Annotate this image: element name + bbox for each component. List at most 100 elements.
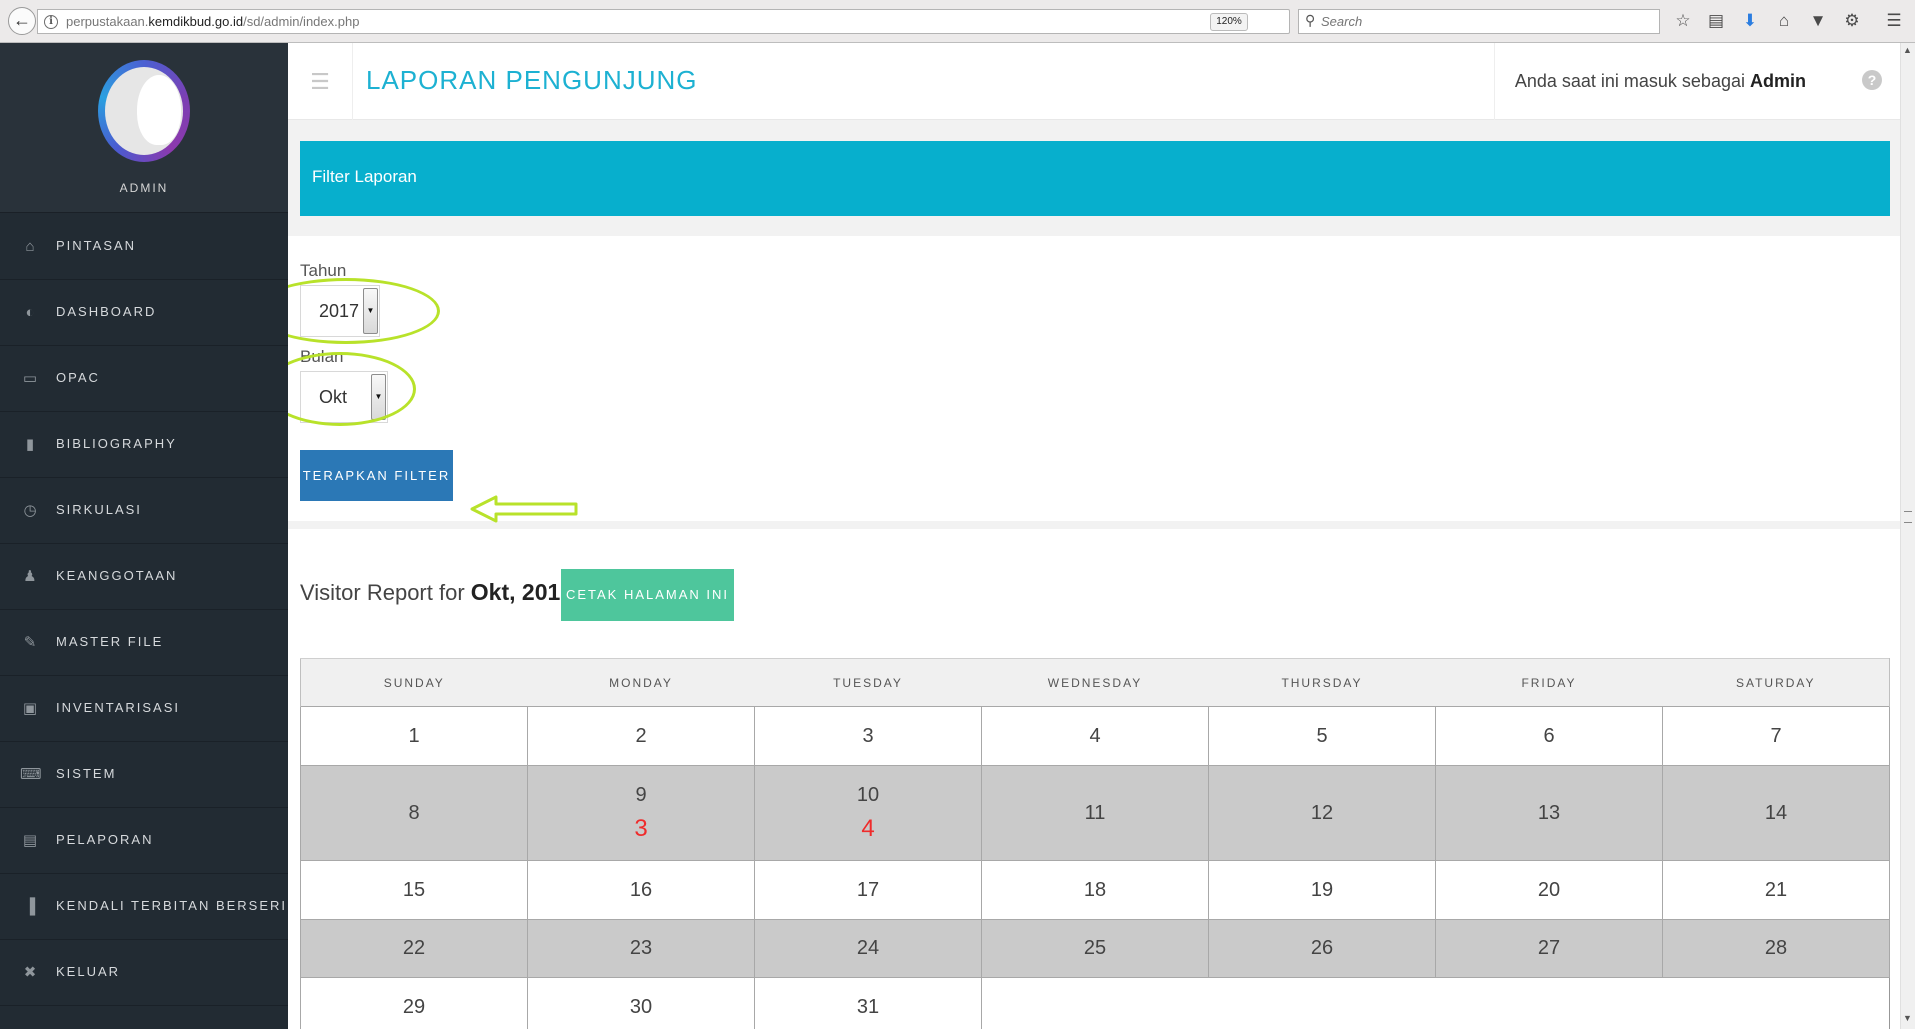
extensions-icon[interactable]: ⚙ <box>1840 9 1864 33</box>
calendar-day-cell: 6 <box>1435 706 1663 766</box>
sidebar: ADMIN ⌂ PINTASAN ◐ DASHBOARD ▭ OPAC ▮ BI… <box>0 43 288 1029</box>
scrollbar[interactable]: ▲ ▼ <box>1900 43 1915 1029</box>
help-icon[interactable]: ? <box>1862 70 1882 90</box>
pencil-icon: ✎ <box>23 634 37 651</box>
calendar-day-cell: 29 <box>300 977 528 1029</box>
sidebar-item-label: SISTEM <box>56 766 117 781</box>
top-bar: ☰ LAPORAN PENGUNJUNG Anda saat ini masuk… <box>288 43 1900 120</box>
menu-icon[interactable]: ☰ <box>1882 9 1906 33</box>
sidebar-item-sirkulasi[interactable]: ◷ SIRKULASI <box>0 478 288 544</box>
sidebar-item-bibliography[interactable]: ▮ BIBLIOGRAPHY <box>0 412 288 478</box>
sidebar-item-kendali-terbitan-berseri[interactable]: ▐ KENDALI TERBITAN BERSERI <box>0 874 288 940</box>
day-number: 24 <box>856 937 880 959</box>
calendar-day-cell: 27 <box>1435 919 1663 978</box>
hamburger-menu-icon[interactable]: ☰ <box>288 43 353 120</box>
close-icon: ✖ <box>23 964 37 981</box>
day-number: 6 <box>1543 724 1555 747</box>
url-text[interactable]: perpustakaan.kemdikbud.go.id/sd/admin/in… <box>66 14 359 29</box>
search-input[interactable] <box>1321 10 1651 33</box>
weekday-header: WEDNESDAY <box>981 658 1209 707</box>
calendar-day-cell: 21 <box>1662 860 1890 920</box>
calendar-day-cell: 3 <box>754 706 982 766</box>
sidebar-item-label: SIRKULASI <box>56 502 142 517</box>
day-number: 18 <box>1083 878 1107 901</box>
calendar-day-cell: 24 <box>754 919 982 978</box>
calendar-day-cell: 2 <box>527 706 755 766</box>
star-icon[interactable]: ☆ <box>1671 9 1695 33</box>
sidebar-item-master-file[interactable]: ✎ MASTER FILE <box>0 610 288 676</box>
sidebar-item-keluar[interactable]: ✖ KELUAR <box>0 940 288 1006</box>
apply-filter-button[interactable]: TERAPKAN FILTER <box>300 450 453 501</box>
day-number: 26 <box>1310 937 1334 959</box>
profile-name: ADMIN <box>119 181 169 195</box>
sidebar-item-inventarisasi[interactable]: ▣ INVENTARISASI <box>0 676 288 742</box>
address-bar[interactable]: i perpustakaan.kemdikbud.go.id/sd/admin/… <box>37 9 1319 34</box>
day-number: 3 <box>862 724 874 747</box>
home-icon: ⌂ <box>25 238 35 255</box>
download-icon[interactable]: ⬇ <box>1738 9 1762 33</box>
home-icon[interactable]: ⌂ <box>1772 9 1796 33</box>
calendar-week-row: 15 16 17 18 19 20 21 <box>300 860 1890 920</box>
calendar-day-cell: 31 <box>754 977 982 1029</box>
calendar-day-cell: 12 <box>1208 765 1436 861</box>
scroll-down-icon[interactable]: ▼ <box>1903 1013 1912 1023</box>
briefcase-icon: ▣ <box>22 700 38 717</box>
calendar-day-cell: 93 <box>527 765 755 861</box>
sidebar-item-label: MASTER FILE <box>56 634 164 649</box>
sidebar-item-label: KELUAR <box>56 964 121 979</box>
monitor-icon: ▭ <box>22 370 38 387</box>
day-number: 21 <box>1764 878 1788 901</box>
day-number: 5 <box>1316 724 1328 747</box>
sidebar-item-keanggotaan[interactable]: ♟ KEANGGOTAAN <box>0 544 288 610</box>
user-info: Anda saat ini masuk sebagai Admin <box>1493 43 1826 120</box>
calendar-day-cell: 13 <box>1435 765 1663 861</box>
day-number: 13 <box>1537 801 1561 824</box>
day-number: 10 <box>856 783 880 806</box>
calendar-week-row: 29 30 31 <box>300 977 1890 1029</box>
day-number: 16 <box>629 878 653 901</box>
calendar-day-cell: 22 <box>300 919 528 978</box>
print-page-button[interactable]: CETAK HALAMAN INI <box>561 569 734 621</box>
sidebar-item-label: KENDALI TERBITAN BERSERI <box>56 898 288 913</box>
browser-search[interactable]: ⚲ <box>1298 9 1660 34</box>
scroll-up-icon[interactable]: ▲ <box>1903 45 1912 55</box>
report-heading: Visitor Report for Okt, 2017 <box>300 579 574 605</box>
sidebar-item-opac[interactable]: ▭ OPAC <box>0 346 288 412</box>
day-number: 1 <box>408 724 420 747</box>
avatar[interactable] <box>98 60 190 162</box>
bookmark-icon: ▮ <box>25 436 35 453</box>
sidebar-item-sistem[interactable]: ⌨ SISTEM <box>0 742 288 808</box>
weekday-header: TUESDAY <box>754 658 982 707</box>
calendar-day-cell: 20 <box>1435 860 1663 920</box>
day-number: 11 <box>1084 801 1106 824</box>
filter-panel-header: Filter Laporan <box>300 141 1890 216</box>
user-icon: ♟ <box>23 568 37 585</box>
day-number: 25 <box>1083 937 1107 959</box>
back-arrow-icon[interactable]: ← <box>8 7 36 35</box>
zoom-level[interactable]: 120% <box>1210 13 1248 31</box>
calendar-week-row: 8 9 3 10 4 11 12 13 14 <box>300 765 1890 861</box>
pocket-icon[interactable]: ▼ <box>1806 9 1830 33</box>
calendar-day-cell: 26 <box>1208 919 1436 978</box>
calendar-empty-cell <box>981 977 1890 1029</box>
visitor-count: 4 <box>861 814 875 842</box>
profile-panel: ADMIN <box>0 43 288 213</box>
reading-list-icon[interactable]: ▤ <box>1704 9 1728 33</box>
search-icon: ⚲ <box>1305 12 1316 28</box>
user-name: Admin <box>1750 71 1806 91</box>
sidebar-item-label: BIBLIOGRAPHY <box>56 436 177 451</box>
sidebar-item-pintasan[interactable]: ⌂ PINTASAN <box>0 214 288 280</box>
scroll-grip[interactable] <box>1904 511 1912 523</box>
day-number: 20 <box>1537 878 1561 901</box>
sidebar-item-pelaporan[interactable]: ▤ PELAPORAN <box>0 808 288 874</box>
weekday-header: THURSDAY <box>1208 658 1436 707</box>
calendar-week-row: 22 23 24 25 26 27 28 <box>300 919 1890 978</box>
sidebar-item-label: PINTASAN <box>56 238 137 253</box>
weekday-header: MONDAY <box>527 658 755 707</box>
info-icon[interactable]: i <box>44 15 58 29</box>
sidebar-item-label: OPAC <box>56 370 100 385</box>
calendar-day-cell: 10 4 <box>754 765 982 861</box>
day-number: 31 <box>856 995 880 1018</box>
sidebar-item-dashboard[interactable]: ◐ DASHBOARD <box>0 280 288 346</box>
day-number: 22 <box>402 937 426 959</box>
